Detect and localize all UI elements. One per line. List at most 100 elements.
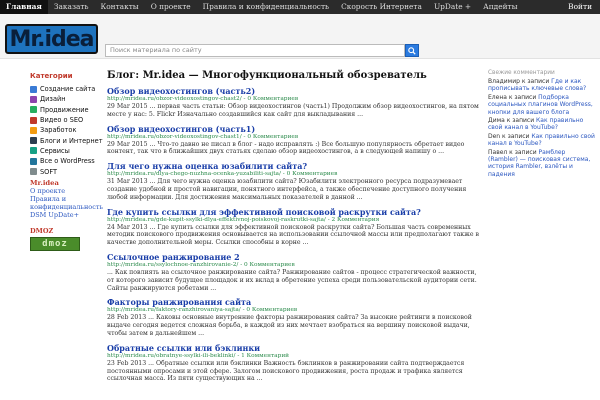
category-item[interactable]: SOFT bbox=[30, 166, 100, 176]
nav-item-about[interactable]: О проекте bbox=[145, 0, 197, 14]
post-excerpt: 29 Mar 2015 ... первая часть статьи: Обз… bbox=[107, 103, 479, 118]
post-title-link[interactable]: Где купить ссылки для эффективной поиско… bbox=[107, 207, 479, 217]
category-item[interactable]: Дизайн bbox=[30, 94, 100, 104]
post-item: Обзор видеохостингов (часть1) http://mrid… bbox=[107, 124, 479, 157]
nav-item-home[interactable]: Главная bbox=[0, 0, 48, 14]
post-excerpt: 24 Mar 2013 ... Где купить ссылки для эф… bbox=[107, 223, 479, 247]
post-meta[interactable]: http://mridea.ru/ssylochnoe-ranzhirovani… bbox=[107, 262, 479, 269]
dmoz-heading: DMOZ bbox=[30, 226, 54, 235]
login-link[interactable]: Войти bbox=[568, 0, 592, 14]
nav-item-contacts[interactable]: Контакты bbox=[95, 0, 145, 14]
comment-author: Den bbox=[488, 132, 501, 140]
category-icon bbox=[30, 95, 37, 103]
category-item[interactable]: Все о WordPress bbox=[30, 156, 100, 166]
category-label: Продвижение bbox=[40, 105, 89, 114]
comment-author: Дима bbox=[488, 117, 505, 125]
recent-comment: Елена к записи Подборка социальных плаги… bbox=[488, 94, 596, 116]
category-label: Заработок bbox=[40, 126, 77, 135]
category-icon bbox=[30, 106, 37, 114]
recent-comment: Den к записи Как правильно свой канал в … bbox=[488, 133, 596, 148]
category-item[interactable]: Блоги и Интернет bbox=[30, 135, 103, 145]
link-privacy[interactable]: Правила и конфиденциальность bbox=[30, 195, 103, 211]
category-item[interactable]: Продвижение bbox=[30, 105, 100, 115]
category-label: SOFT bbox=[40, 167, 58, 176]
nav-item-update[interactable]: UpDate + bbox=[428, 0, 477, 14]
post-list: Обзор видеохостингов (часть2) http://mrid… bbox=[107, 86, 479, 383]
site-logo[interactable]: Mr.idea bbox=[5, 24, 98, 54]
post-item: Ссылочное ранжирование 2 http://mridea.ru… bbox=[107, 252, 479, 292]
comment-author: Павел bbox=[488, 148, 508, 156]
search-input[interactable]: Поиск материала по сайту bbox=[105, 44, 405, 57]
link-about[interactable]: О проекте bbox=[30, 187, 100, 195]
category-icon bbox=[30, 147, 37, 155]
category-item[interactable]: Сервисы bbox=[30, 146, 100, 156]
post-title-link[interactable]: Обзор видеохостингов (часть1) bbox=[107, 124, 479, 134]
post-meta[interactable]: http://mridea.ru/obzor-videoxostingov-ch… bbox=[107, 96, 479, 103]
nav-item-privacy[interactable]: Правила и конфиденциальность bbox=[197, 0, 335, 14]
category-item[interactable]: Создание сайта bbox=[30, 84, 100, 94]
post-meta[interactable]: http://mridea.ru/faktory-ranzhirovaniya-… bbox=[107, 307, 479, 314]
comment-separator: к записи bbox=[507, 148, 539, 156]
category-label: Дизайн bbox=[40, 95, 66, 104]
category-icon bbox=[30, 85, 37, 93]
category-icon bbox=[30, 116, 37, 124]
right-sidebar: Свежие комментарии Владимир к записи Где… bbox=[488, 70, 596, 179]
comment-separator: к записи bbox=[506, 93, 539, 101]
post-excerpt: 28 Feb 2013 ... Каковы основные внутренн… bbox=[107, 314, 472, 337]
post-meta[interactable]: http://mridea.ru/obratnye-ssylki-ili-bek… bbox=[107, 353, 479, 360]
comment-separator: к записи bbox=[504, 117, 537, 125]
dmoz-badge[interactable]: dmoz bbox=[30, 236, 80, 251]
post-excerpt: 31 Mar 2013 ... Для чего нужна оценка юз… bbox=[107, 178, 467, 201]
logo-text: Mr.idea bbox=[9, 26, 94, 52]
post-item: Где купить ссылки для эффективной поиско… bbox=[107, 207, 479, 247]
post-item: Факторы ранжирования сайта http://mridea.… bbox=[107, 297, 479, 337]
page-title: Блог: Mr.idea — Многофункциональный обоз… bbox=[107, 70, 427, 81]
nav-item-order[interactable]: Заказать bbox=[48, 0, 95, 14]
post-item: Обратные ссылки или бэклинки http://mride… bbox=[107, 343, 479, 383]
category-icon bbox=[30, 168, 37, 176]
comment-separator: к записи bbox=[519, 78, 552, 85]
recent-comments-heading: Свежие комментарии bbox=[488, 70, 555, 76]
category-icon bbox=[30, 137, 37, 145]
post-title-link[interactable]: Ссылочное ранжирование 2 bbox=[107, 252, 479, 262]
category-label: Блоги и Интернет bbox=[40, 136, 103, 145]
post-title-link[interactable]: Обратные ссылки или бэклинки bbox=[107, 343, 479, 353]
recent-comments-list: Владимир к записи Где и как прописывать … bbox=[488, 78, 596, 178]
search-button[interactable] bbox=[405, 44, 419, 57]
nav-item-speed[interactable]: Скорость Интернета bbox=[335, 0, 428, 14]
category-label: Создание сайта bbox=[40, 85, 96, 94]
post-excerpt: 23 Feb 2013 ... Обратные ссылки или бэкл… bbox=[107, 359, 465, 383]
post-item: Обзор видеохостингов (часть2) http://mrid… bbox=[107, 86, 479, 119]
category-list: Создание сайта Дизайн Продвижение Видео о S… bbox=[30, 84, 103, 177]
top-navigation: Главная Заказать Контакты О проекте Прав… bbox=[0, 0, 600, 14]
recent-comment: Дима к записи Как правильно свой канал в… bbox=[488, 117, 596, 132]
search-icon bbox=[408, 46, 416, 55]
category-label: Все о WordPress bbox=[40, 157, 95, 166]
category-label: Сервисы bbox=[40, 146, 70, 155]
categories-heading: Категории bbox=[30, 72, 73, 80]
comment-separator: к записи bbox=[500, 132, 532, 140]
post-title-link[interactable]: Для чего нужна оценка юзабилити сайта? bbox=[107, 161, 479, 171]
category-item[interactable]: Видео о SEO bbox=[30, 115, 100, 125]
post-meta[interactable]: http://mridea.ru/dlya-chego-nuzhna-ocenk… bbox=[107, 171, 479, 178]
post-meta[interactable]: http://mridea.ru/obzor-videoxostingov-ch… bbox=[107, 134, 479, 141]
comment-author: Елена bbox=[488, 93, 507, 101]
recent-comment: Владимир к записи Где и как прописывать … bbox=[488, 78, 596, 93]
category-item[interactable]: Заработок bbox=[30, 125, 100, 135]
site-header: Mr.idea Поиск материала по сайту bbox=[0, 14, 600, 59]
post-excerpt: ... Как повлиять на ссылочное ранжирован… bbox=[107, 268, 477, 292]
post-item: Для чего нужна оценка юзабилити сайта? ht… bbox=[107, 161, 479, 201]
left-sidebar: Категории Создание сайта Дизайн Продвижени… bbox=[30, 72, 103, 251]
main-content: Блог: Mr.idea — Многофункциональный обоз… bbox=[107, 70, 479, 388]
post-excerpt: 29 Mar 2015 ... Что-то давно не писал в … bbox=[107, 140, 465, 156]
link-dsm-update[interactable]: DSM UpDate+ bbox=[30, 211, 100, 219]
mridea-heading: Mr.idea bbox=[30, 178, 59, 187]
nav-item-updates[interactable]: Апдейты bbox=[477, 0, 523, 14]
category-label: Видео о SEO bbox=[40, 116, 84, 125]
recent-comment: Павел к записи Рамблер (Rambler) — поиск… bbox=[488, 149, 596, 179]
post-title-link[interactable]: Обзор видеохостингов (часть2) bbox=[107, 86, 479, 96]
post-title-link[interactable]: Факторы ранжирования сайта bbox=[107, 297, 479, 307]
category-icon bbox=[30, 157, 37, 165]
post-meta[interactable]: http://mridea.ru/gde-kupit-ssylki-dlya-e… bbox=[107, 217, 479, 224]
comment-author: Владимир bbox=[488, 78, 520, 85]
